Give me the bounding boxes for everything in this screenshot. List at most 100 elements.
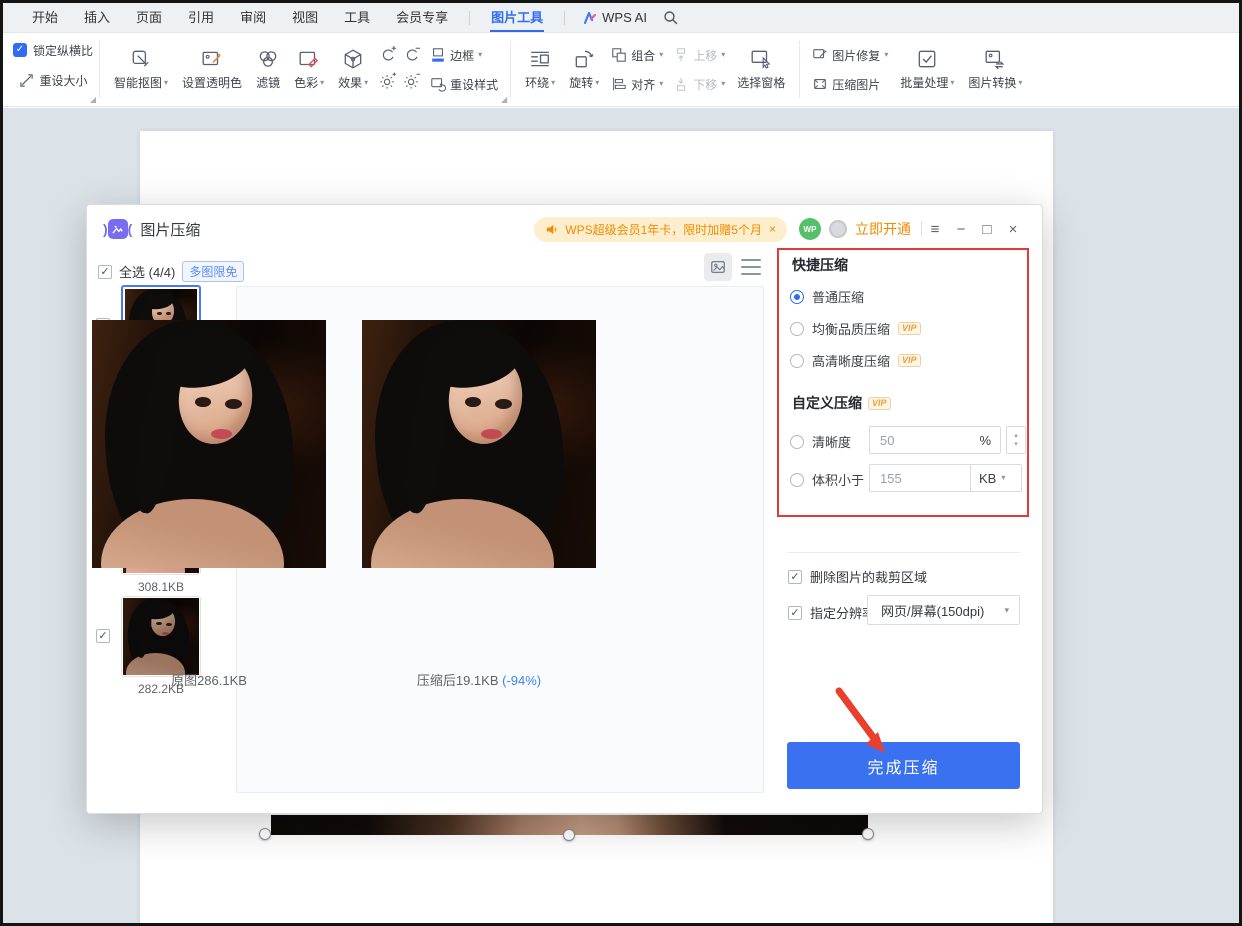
resolution-option[interactable]: ✓ 指定分辨率 [788, 603, 875, 622]
volume-input-box[interactable]: KB▾ [869, 464, 1022, 492]
reset-size-button[interactable]: 重设大小 [19, 67, 88, 93]
clarity-input[interactable] [870, 433, 979, 448]
image-convert-label: 图片转换 [968, 74, 1016, 91]
reset-style-icon [430, 76, 446, 92]
group-expand-icon[interactable]: ◢ [90, 95, 96, 104]
border-button[interactable]: 边框▾ [426, 42, 502, 68]
lock-aspect-checkbox[interactable]: ✓ [13, 43, 27, 57]
image-repair-button[interactable]: 图片修复▾ [808, 42, 892, 68]
maximize-button[interactable]: □ [974, 221, 1000, 238]
thumbnail-checkbox[interactable]: ✓ [96, 629, 110, 643]
vip-badge: VIP [898, 322, 921, 335]
finish-compress-button[interactable]: 完成压缩 [787, 742, 1020, 789]
contrast-down-button[interactable] [403, 46, 421, 67]
radio-hd-compress[interactable]: 高清晰度压缩 VIP [790, 351, 921, 370]
selection-handle-bottom-left[interactable] [259, 828, 271, 840]
chevron-down-icon: ▾ [320, 79, 324, 87]
minimize-button[interactable]: − [948, 221, 974, 238]
rotate-button[interactable]: 旋转▾ [563, 39, 605, 101]
brightness-up-button[interactable] [379, 72, 397, 93]
radio-icon[interactable] [790, 354, 804, 368]
selection-handle-bottom-center[interactable] [563, 829, 575, 841]
tab-tools[interactable]: 工具 [331, 3, 383, 33]
banner-close-icon[interactable]: × [769, 222, 776, 236]
thumbnail-image[interactable] [121, 596, 201, 677]
stepper-down-icon[interactable]: ▾ [1014, 440, 1018, 449]
tab-review[interactable]: 审阅 [227, 3, 279, 33]
volume-input[interactable] [870, 471, 970, 486]
convert-group: 图片修复▾ 压缩图片 批量处理▾ 图片转换▾ [800, 33, 1036, 106]
filter-button[interactable]: 滤镜 [250, 39, 286, 101]
align-button[interactable]: 对齐▾ [607, 71, 667, 97]
chevron-down-icon: ▾ [551, 79, 555, 87]
radio-icon[interactable] [790, 322, 804, 336]
tab-home[interactable]: 开始 [19, 3, 71, 33]
list-view-toggle[interactable] [739, 257, 763, 277]
border-style-stack: 边框▾ 重设样式 [426, 42, 502, 97]
delete-crop-checkbox[interactable]: ✓ [788, 570, 802, 584]
smart-cutout-button[interactable]: 智能抠图▾ [108, 39, 174, 101]
clarity-stepper[interactable]: ▴▾ [1006, 426, 1026, 454]
wps-ai-button[interactable]: WPS AI [573, 10, 657, 25]
group-objects-button[interactable]: 组合▾ [607, 42, 667, 68]
select-all-checkbox[interactable]: ✓ [98, 265, 112, 279]
clarity-input-box[interactable]: % [869, 426, 1001, 454]
move-down-icon [673, 76, 689, 92]
tab-member[interactable]: 会员专享 [383, 3, 461, 33]
chevron-down-icon: ▾ [1001, 474, 1005, 482]
chevron-down-icon: ▾ [364, 79, 368, 87]
move-down-button: 下移▾ [669, 71, 729, 97]
wps-ai-label: WPS AI [602, 10, 647, 25]
contrast-up-button[interactable] [379, 46, 397, 67]
selection-pane-button[interactable]: 选择窗格 [731, 39, 791, 101]
dialog-titlebar[interactable]: ) ( 图片压缩 WPS超级会员1年卡，限时加赠5个月 × WP 立即开通 ≡ … [87, 205, 1042, 253]
radio-volume[interactable]: 体积小于 [790, 470, 864, 489]
image-view-toggle[interactable] [704, 253, 732, 281]
radio-icon[interactable] [790, 435, 804, 449]
move-up-icon [673, 47, 689, 63]
wrap-button[interactable]: 环绕▾ [519, 39, 561, 101]
close-button[interactable]: × [1000, 221, 1026, 238]
image-convert-button[interactable]: 图片转换▾ [962, 39, 1028, 101]
batch-process-button[interactable]: 批量处理▾ [894, 39, 960, 101]
rotate-label: 旋转 [569, 74, 593, 91]
resolution-checkbox[interactable]: ✓ [788, 606, 802, 620]
delete-crop-option[interactable]: ✓ 删除图片的裁剪区域 [788, 567, 927, 586]
color-button[interactable]: 色彩▾ [288, 39, 330, 101]
group-align-stack: 组合▾ 对齐▾ [607, 42, 667, 97]
stepper-up-icon[interactable]: ▴ [1014, 431, 1018, 440]
radio-normal-compress[interactable]: 普通压缩 [790, 287, 864, 306]
lock-aspect-toggle[interactable]: ✓ 锁定纵横比 [13, 37, 93, 63]
volume-unit-select[interactable]: KB▾ [970, 465, 1013, 491]
effect-button[interactable]: 效果▾ [332, 39, 374, 101]
reset-style-button[interactable]: 重设样式 [426, 71, 502, 97]
group-expand-icon[interactable]: ◢ [501, 95, 507, 104]
section-divider [787, 552, 1020, 553]
search-button[interactable] [663, 10, 678, 25]
border-label: 边框 [450, 47, 474, 64]
radio-balanced-compress[interactable]: 均衡品质压缩 VIP [790, 319, 921, 338]
lock-aspect-label: 锁定纵横比 [33, 42, 93, 59]
tab-insert[interactable]: 插入 [71, 3, 123, 33]
tab-page[interactable]: 页面 [123, 3, 175, 33]
radio-clarity[interactable]: 清晰度 [790, 432, 851, 451]
original-preview-image [92, 320, 326, 568]
contrast-up-icon [379, 46, 397, 64]
upgrade-link[interactable]: 立即开通 [855, 219, 911, 239]
resolution-select[interactable]: 网页/屏幕(150dpi) ▾ [867, 595, 1020, 625]
menu-icon[interactable]: ≡ [922, 221, 948, 238]
member-avatar[interactable]: WP [799, 218, 821, 240]
compress-image-button[interactable]: 压缩图片 [808, 71, 892, 97]
radio-icon[interactable] [790, 473, 804, 487]
brightness-down-button[interactable] [403, 72, 421, 93]
member-promo-banner[interactable]: WPS超级会员1年卡，限时加赠5个月 × [534, 217, 787, 242]
radio-selected-icon[interactable] [790, 290, 804, 304]
menu-divider [469, 11, 470, 25]
original-size-label: 原图286.1KB [92, 670, 326, 689]
tab-reference[interactable]: 引用 [175, 3, 227, 33]
set-transparent-button[interactable]: 设置透明色 [176, 39, 248, 101]
selection-handle-bottom-right[interactable] [862, 828, 874, 840]
tab-view[interactable]: 视图 [279, 3, 331, 33]
tab-picture-tools[interactable]: 图片工具 [478, 3, 556, 33]
wrap-text-icon [529, 48, 551, 70]
